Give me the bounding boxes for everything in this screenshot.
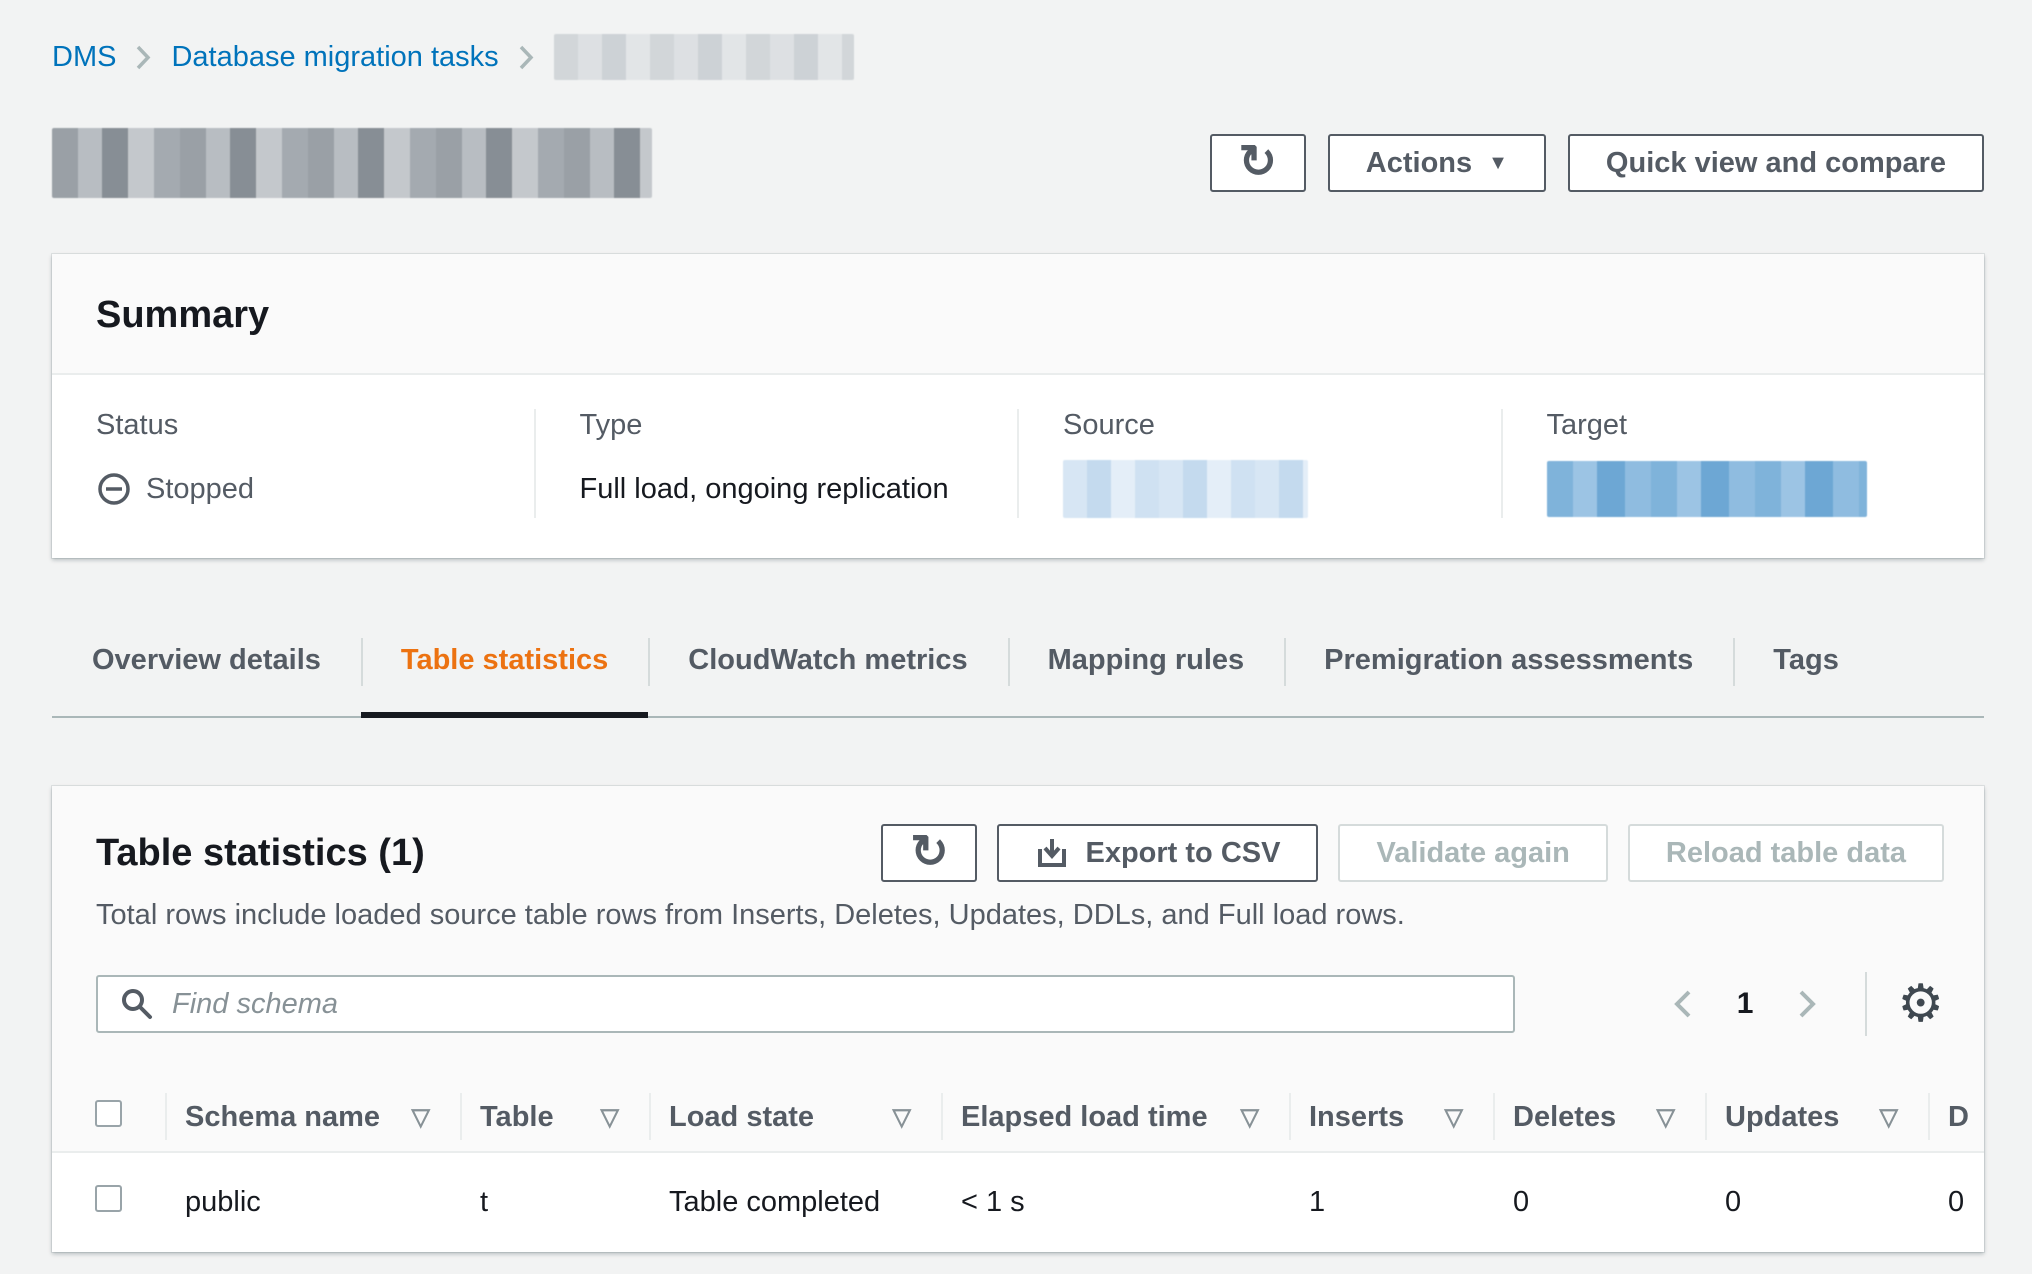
type-value: Full load, ongoing replication bbox=[580, 473, 949, 506]
column-header-load-state: Load state bbox=[669, 1101, 814, 1134]
column-header-inserts: Inserts bbox=[1309, 1101, 1404, 1134]
table-statistics-table: Schema name ▽ Table ▽ Load state ▽ Elapsed … bbox=[52, 1084, 1984, 1252]
cell-table: t bbox=[460, 1152, 649, 1252]
tab-cloudwatch-metrics[interactable]: CloudWatch metrics bbox=[648, 642, 1007, 716]
summary-body: Status Stopped Type Full load, ongoing r… bbox=[52, 375, 1984, 558]
pager-divider bbox=[1865, 972, 1867, 1036]
target-label: Target bbox=[1547, 409, 1985, 442]
cell-load-state: Table completed bbox=[649, 1152, 941, 1252]
task-detail-tabs: Overview details Table statistics CloudW… bbox=[52, 642, 1984, 718]
next-page-button[interactable] bbox=[1789, 988, 1825, 1020]
summary-field-type: Type Full load, ongoing replication bbox=[534, 409, 1018, 518]
column-header-updates: Updates bbox=[1725, 1101, 1839, 1134]
target-link-redacted[interactable] bbox=[1547, 461, 1867, 517]
pagination: 1 ⚙ bbox=[1665, 972, 1944, 1036]
sort-icon[interactable]: ▽ bbox=[1241, 1103, 1259, 1132]
chevron-right-icon bbox=[136, 44, 151, 71]
current-page-number[interactable]: 1 bbox=[1737, 987, 1754, 1021]
refresh-button[interactable]: ↻ bbox=[1210, 134, 1306, 192]
table-statistics-title: Table statistics (1) bbox=[96, 832, 425, 875]
table-statistics-description: Total rows include loaded source table r… bbox=[52, 882, 1984, 932]
find-schema-input[interactable] bbox=[172, 988, 1491, 1021]
export-to-csv-button[interactable]: Export to CSV bbox=[997, 824, 1318, 882]
header-actions: ↻ Actions ▼ Quick view and compare bbox=[1210, 134, 1984, 192]
actions-dropdown-button[interactable]: Actions ▼ bbox=[1328, 134, 1546, 192]
refresh-icon: ↻ bbox=[910, 828, 949, 874]
summary-title: Summary bbox=[96, 294, 1940, 337]
source-label: Source bbox=[1063, 409, 1501, 442]
chevron-right-icon bbox=[519, 44, 534, 71]
refresh-icon: ↻ bbox=[1239, 138, 1278, 184]
summary-field-source: Source bbox=[1017, 409, 1501, 518]
table-statistics-header: Table statistics (1) ↻ Export to CSV Val… bbox=[52, 786, 1984, 882]
status-label: Status bbox=[96, 409, 534, 442]
breadcrumb: DMS Database migration tasks bbox=[52, 34, 1984, 80]
summary-card: Summary Status Stopped Type Full load, o… bbox=[52, 254, 1984, 558]
sort-icon[interactable]: ▽ bbox=[893, 1103, 911, 1132]
summary-field-status: Status Stopped bbox=[52, 409, 534, 518]
actions-label: Actions bbox=[1366, 147, 1472, 180]
validate-again-button[interactable]: Validate again bbox=[1338, 824, 1607, 882]
sort-icon[interactable]: ▽ bbox=[1445, 1103, 1463, 1132]
page-header: ↻ Actions ▼ Quick view and compare bbox=[52, 128, 1984, 198]
sort-icon[interactable]: ▽ bbox=[412, 1103, 430, 1132]
tab-overview-details[interactable]: Overview details bbox=[52, 642, 361, 716]
reload-table-data-button[interactable]: Reload table data bbox=[1628, 824, 1944, 882]
column-header-ddls: D bbox=[1948, 1101, 1969, 1134]
breadcrumb-current-redacted bbox=[554, 34, 854, 80]
table-statistics-card: Table statistics (1) ↻ Export to CSV Val… bbox=[52, 786, 1984, 1252]
stopped-status-icon bbox=[96, 471, 132, 507]
source-link-redacted[interactable] bbox=[1063, 460, 1308, 518]
dms-task-page: DMS Database migration tasks ↻ Actions ▼… bbox=[0, 0, 2032, 1252]
cell-ddls: 0 bbox=[1928, 1152, 1984, 1252]
table-statistics-buttons: ↻ Export to CSV Validate again Reload ta… bbox=[881, 824, 1944, 882]
validate-label: Validate again bbox=[1376, 837, 1569, 870]
column-header-elapsed-load-time: Elapsed load time bbox=[961, 1101, 1208, 1134]
schema-search-box bbox=[96, 975, 1515, 1033]
cell-deletes: 0 bbox=[1493, 1152, 1705, 1252]
tab-table-statistics[interactable]: Table statistics bbox=[361, 642, 648, 716]
table-refresh-button[interactable]: ↻ bbox=[881, 824, 977, 882]
cell-schema-name: public bbox=[165, 1152, 460, 1252]
sort-icon[interactable]: ▽ bbox=[1657, 1103, 1675, 1132]
search-row: 1 ⚙ bbox=[52, 932, 1984, 1036]
download-icon bbox=[1035, 836, 1069, 870]
tab-premigration-assessments[interactable]: Premigration assessments bbox=[1284, 642, 1733, 716]
sort-icon[interactable]: ▽ bbox=[601, 1103, 619, 1132]
settings-gear-icon[interactable]: ⚙ bbox=[1897, 978, 1944, 1030]
status-value: Stopped bbox=[146, 473, 254, 506]
cell-elapsed-load-time: < 1 s bbox=[941, 1152, 1289, 1252]
tab-mapping-rules[interactable]: Mapping rules bbox=[1008, 642, 1285, 716]
table-header-row: Schema name ▽ Table ▽ Load state ▽ Elapsed … bbox=[52, 1084, 1984, 1152]
tab-tags[interactable]: Tags bbox=[1733, 642, 1879, 716]
page-title-redacted bbox=[52, 128, 652, 198]
quick-view-compare-button[interactable]: Quick view and compare bbox=[1568, 134, 1984, 192]
column-header-table: Table bbox=[480, 1101, 554, 1134]
search-icon bbox=[120, 987, 154, 1021]
sort-icon[interactable]: ▽ bbox=[1880, 1103, 1898, 1132]
previous-page-button[interactable] bbox=[1665, 988, 1701, 1020]
column-header-schema-name: Schema name bbox=[185, 1101, 380, 1134]
select-all-checkbox[interactable] bbox=[95, 1100, 122, 1127]
breadcrumb-link-dms[interactable]: DMS bbox=[52, 41, 116, 74]
type-label: Type bbox=[580, 409, 1018, 442]
summary-card-header: Summary bbox=[52, 254, 1984, 375]
export-label: Export to CSV bbox=[1085, 837, 1280, 870]
table-row: public t Table completed < 1 s 1 0 0 0 bbox=[52, 1152, 1984, 1252]
breadcrumb-link-tasks[interactable]: Database migration tasks bbox=[171, 41, 498, 74]
column-header-deletes: Deletes bbox=[1513, 1101, 1616, 1134]
cell-inserts: 1 bbox=[1289, 1152, 1493, 1252]
quick-view-label: Quick view and compare bbox=[1606, 147, 1946, 180]
cell-updates: 0 bbox=[1705, 1152, 1928, 1252]
reload-label: Reload table data bbox=[1666, 837, 1906, 870]
caret-down-icon: ▼ bbox=[1488, 153, 1508, 173]
row-checkbox[interactable] bbox=[95, 1185, 122, 1212]
summary-field-target: Target bbox=[1501, 409, 1985, 518]
